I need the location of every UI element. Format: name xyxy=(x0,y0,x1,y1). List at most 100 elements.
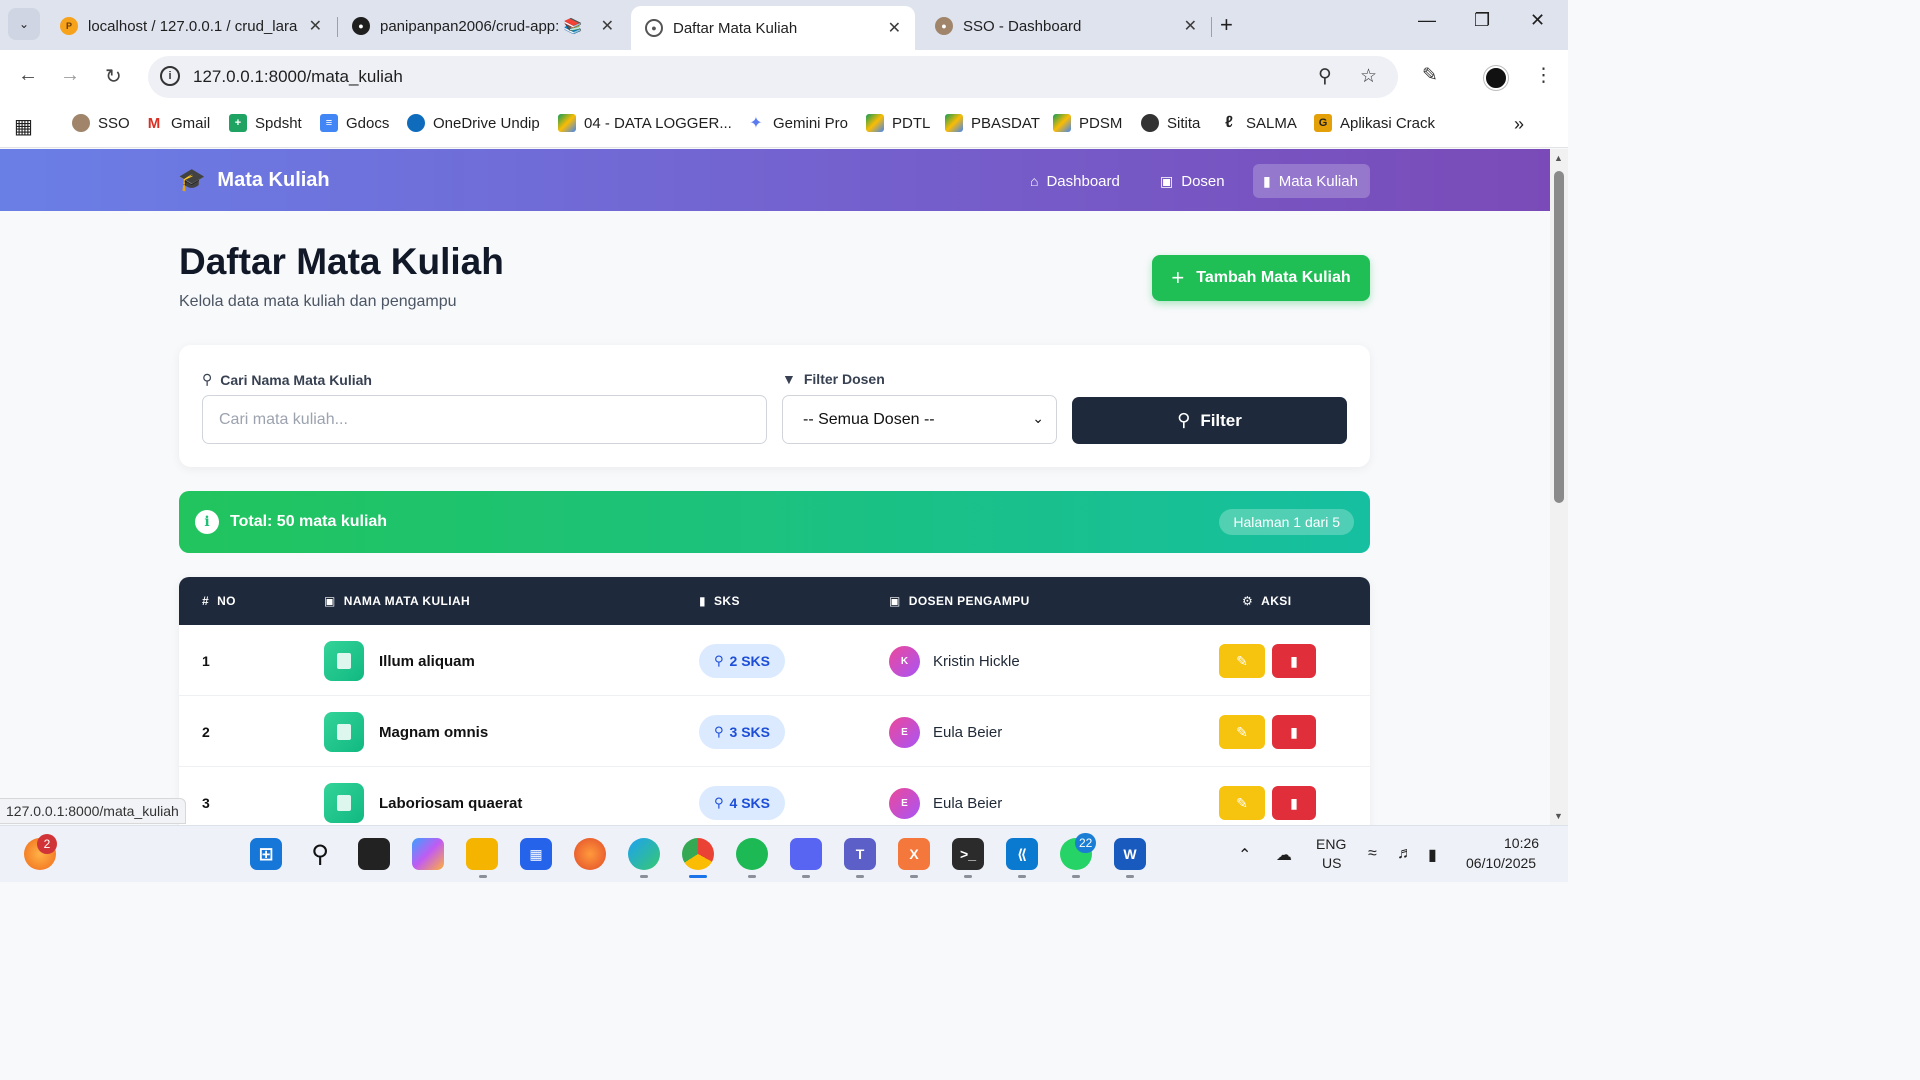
nav-link-dashboard[interactable]: ⌂ Dashboard xyxy=(1020,164,1130,198)
bookmark-aplikasi-crack[interactable]: G Aplikasi Crack xyxy=(1314,114,1435,132)
close-tab-icon[interactable]: ✕ xyxy=(888,18,901,38)
chrome-icon[interactable] xyxy=(682,838,714,870)
link-status-bubble: 127.0.0.1:8000/mata_kuliah xyxy=(0,798,186,824)
input-language[interactable]: ENG xyxy=(1316,836,1346,852)
plus-icon: + xyxy=(1171,265,1185,290)
apps-grid-icon[interactable]: ▦ xyxy=(14,114,33,139)
file-explorer-icon[interactable] xyxy=(466,838,498,870)
close-tab-icon[interactable]: ✕ xyxy=(601,16,614,36)
firefox-icon[interactable] xyxy=(574,838,606,870)
close-tab-icon[interactable]: ✕ xyxy=(309,16,322,36)
search-icon[interactable]: ⚲ xyxy=(304,838,336,870)
onedrive-tray-icon[interactable]: ☁ xyxy=(1276,845,1292,865)
dosen-select[interactable]: -- Semua Dosen -- ⌄ xyxy=(782,395,1057,444)
extensions-puzzle-icon[interactable]: ✎ xyxy=(1422,64,1438,87)
dosen-select-value: -- Semua Dosen -- xyxy=(803,410,935,428)
word-icon[interactable]: W xyxy=(1114,838,1146,870)
bookmark-gdocs[interactable]: ≡ Gdocs xyxy=(320,114,389,132)
column-header-no: # NO xyxy=(202,594,236,608)
dosen-avatar: E xyxy=(889,788,920,819)
microsoft-store-icon[interactable]: ▦ xyxy=(520,838,552,870)
browser-tab-sso-dashboard[interactable]: ● SSO - Dashboard ✕ xyxy=(921,6,1211,46)
browser-tab-phpmyadmin[interactable]: P localhost / 127.0.0.1 / crud_lara ✕ xyxy=(46,6,336,46)
scroll-up-arrow-icon[interactable]: ▲ xyxy=(1554,153,1563,163)
restore-icon[interactable]: ❐ xyxy=(1474,10,1490,31)
back-arrow-icon[interactable]: ← xyxy=(18,64,38,87)
zoom-magnifier-icon[interactable]: ⚲ xyxy=(1318,65,1332,88)
edge-icon[interactable] xyxy=(628,838,660,870)
gemini-sparkle-icon: ✦ xyxy=(749,115,763,132)
bookmark-spdsht[interactable]: + Spdsht xyxy=(229,114,302,132)
clock-time[interactable]: 10:26 xyxy=(1504,835,1539,851)
bookmark-sitita[interactable]: Sitita xyxy=(1141,114,1200,132)
site-info-icon[interactable]: i xyxy=(160,66,180,86)
nav-link-mata-kuliah[interactable]: ▮ Mata Kuliah xyxy=(1253,164,1370,198)
bookmark-pbasdat[interactable]: PBASDAT xyxy=(945,114,1040,132)
table-row: 2 Magnam omnis ⚲ 3 SKS E Eula Beier ✎ ▮ xyxy=(179,696,1370,767)
bookmark-data-logger[interactable]: 04 - DATA LOGGER... xyxy=(558,114,732,132)
filter-button[interactable]: ⚲ Filter xyxy=(1072,397,1347,444)
scroll-down-arrow-icon[interactable]: ▼ xyxy=(1554,811,1563,821)
notification-badge: 2 xyxy=(37,834,57,854)
bookmark-star-icon[interactable]: ☆ xyxy=(1360,65,1377,88)
windows-start-icon[interactable]: ⊞ xyxy=(250,838,282,870)
address-url[interactable]: 127.0.0.1:8000/mata_kuliah xyxy=(193,67,403,87)
vscode-icon[interactable]: ⟪ xyxy=(1006,838,1038,870)
new-tab-plus-icon[interactable]: + xyxy=(1220,12,1233,38)
close-window-icon[interactable]: ✕ xyxy=(1530,10,1545,31)
browser-tab-daftar-mata-kuliah[interactable]: ● Daftar Mata Kuliah ✕ xyxy=(631,6,915,50)
input-region[interactable]: US xyxy=(1322,855,1341,871)
forward-arrow-icon[interactable]: → xyxy=(60,64,80,87)
scrollbar-thumb[interactable] xyxy=(1554,171,1564,503)
bookmark-pdsm[interactable]: PDSM xyxy=(1053,114,1122,132)
edit-button[interactable]: ✎ xyxy=(1219,786,1265,820)
spotify-icon[interactable] xyxy=(736,838,768,870)
bookmark-label: Aplikasi Crack xyxy=(1340,114,1436,132)
address-bar[interactable]: i 127.0.0.1:8000/mata_kuliah ⚲ ☆ xyxy=(148,56,1398,98)
filter-card: ⚲ Cari Nama Mata Kuliah ▼ Filter Dosen -… xyxy=(179,345,1370,467)
add-mata-kuliah-button[interactable]: + Tambah Mata Kuliah xyxy=(1152,255,1370,301)
chalkboard-teacher-icon: ▣ xyxy=(889,594,901,608)
edit-button[interactable]: ✎ xyxy=(1219,715,1265,749)
tab-title: localhost / 127.0.0.1 / crud_lara xyxy=(88,17,298,35)
more-bookmarks-chevron-icon[interactable]: » xyxy=(1514,114,1524,135)
show-hidden-icons-chevron-icon[interactable]: ⌃ xyxy=(1238,845,1251,865)
nav-link-dosen[interactable]: ▣ Dosen xyxy=(1150,164,1235,198)
page-scrollbar[interactable]: ▲ ▼ xyxy=(1550,149,1568,825)
copilot-icon[interactable] xyxy=(412,838,444,870)
chrome-menu-kebab-icon[interactable]: ⋮ xyxy=(1534,64,1553,87)
reload-icon[interactable]: ↻ xyxy=(105,64,122,89)
column-header-label: NAMA MATA KULIAH xyxy=(343,594,471,608)
minimize-icon[interactable]: — xyxy=(1418,10,1436,31)
xampp-icon[interactable]: X xyxy=(898,838,930,870)
battery-icon[interactable]: ▮ xyxy=(1428,845,1437,865)
bookmark-gemini-pro[interactable]: ✦ Gemini Pro xyxy=(747,114,848,133)
tab-search-chevron-icon[interactable]: ⌄ xyxy=(8,8,40,40)
task-view-icon[interactable] xyxy=(358,838,390,870)
delete-button[interactable]: ▮ xyxy=(1272,644,1316,678)
bookmark-salma[interactable]: ℓ SALMA xyxy=(1220,114,1297,132)
navbar-brand[interactable]: 🎓 Mata Kuliah xyxy=(178,167,330,193)
column-header-label: NO xyxy=(217,594,236,608)
edit-button[interactable]: ✎ xyxy=(1219,644,1265,678)
row-number: 1 xyxy=(202,653,210,669)
discord-icon[interactable] xyxy=(790,838,822,870)
wifi-icon[interactable]: ≈ xyxy=(1368,845,1377,863)
terminal-icon[interactable]: >_ xyxy=(952,838,984,870)
chalkboard-teacher-icon: ▣ xyxy=(1160,172,1174,189)
bookmark-onedrive[interactable]: OneDrive Undip xyxy=(407,114,540,132)
clock-date[interactable]: 06/10/2025 xyxy=(1466,855,1536,871)
bookmark-sso[interactable]: SSO xyxy=(72,114,130,132)
delete-button[interactable]: ▮ xyxy=(1272,715,1316,749)
close-tab-icon[interactable]: ✕ xyxy=(1184,16,1197,36)
bookmark-pdtl[interactable]: PDTL xyxy=(866,114,930,132)
browser-tab-github[interactable]: ● panipanpan2006/crud-app: 📚 ✕ xyxy=(338,6,628,46)
search-input[interactable] xyxy=(202,395,767,444)
bookmark-gmail[interactable]: M Gmail xyxy=(145,114,210,132)
volume-icon[interactable]: ♬ xyxy=(1397,845,1413,863)
delete-button[interactable]: ▮ xyxy=(1272,786,1316,820)
teams-icon[interactable]: T xyxy=(844,838,876,870)
book-open-icon: ▣ xyxy=(324,594,336,608)
windows-taskbar: 2 ⊞ ⚲ ▦ T X >_ ⟪ 22 W ⌃ ☁ ENG US ≈ ♬ ▮ 1… xyxy=(0,825,1568,882)
profile-avatar[interactable] xyxy=(1484,66,1508,90)
